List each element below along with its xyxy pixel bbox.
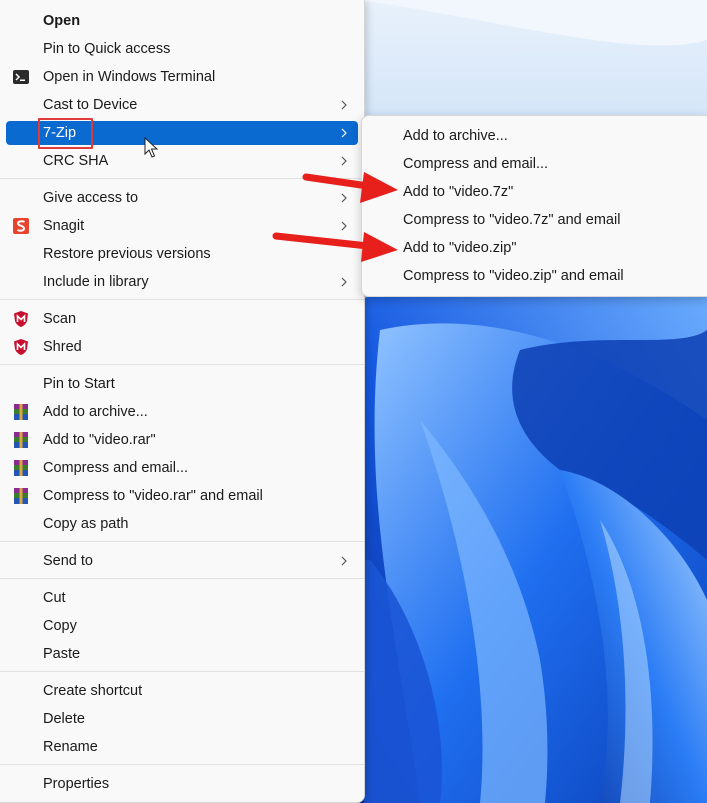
winrar-icon: [14, 460, 28, 476]
submenu-item-label: Add to archive...: [403, 128, 508, 144]
menu-item-delete[interactable]: Delete: [6, 707, 358, 731]
menu-item-winrar-compress-rar-email[interactable]: Compress to "video.rar" and email: [6, 484, 358, 508]
chevron-right-icon: [341, 128, 347, 138]
winrar-icon: [14, 432, 28, 448]
menu-item-include-library[interactable]: Include in library: [6, 270, 358, 294]
menu-item-label: Scan: [43, 311, 77, 327]
menu-item-label: Compress and email...: [43, 460, 189, 476]
menu-separator: [0, 578, 364, 579]
menu-item-label: Give access to: [43, 190, 139, 206]
menu-item-restore-versions[interactable]: Restore previous versions: [6, 242, 358, 266]
submenu-7zip: Add to archive... Compress and email... …: [361, 115, 707, 297]
submenu-item-add-zip[interactable]: Add to "video.zip": [370, 235, 700, 261]
chevron-right-icon: [341, 100, 347, 110]
menu-item-properties[interactable]: Properties: [6, 772, 358, 796]
menu-item-copy-as-path[interactable]: Copy as path: [6, 512, 358, 536]
menu-item-label: Properties: [43, 776, 110, 792]
menu-separator: [0, 178, 364, 179]
submenu-item-compress-zip-email[interactable]: Compress to "video.zip" and email: [370, 263, 700, 289]
chevron-right-icon: [341, 193, 347, 203]
chevron-right-icon: [341, 221, 347, 231]
menu-item-winrar-compress-email[interactable]: Compress and email...: [6, 456, 358, 480]
menu-item-label: Compress to "video.rar" and email: [43, 488, 263, 504]
menu-separator: [0, 764, 364, 765]
menu-item-label: Pin to Start: [43, 376, 115, 392]
menu-item-winrar-add-rar[interactable]: Add to "video.rar": [6, 428, 358, 452]
menu-item-label: Open in Windows Terminal: [43, 69, 216, 85]
menu-separator: [0, 364, 364, 365]
menu-item-open-terminal[interactable]: Open in Windows Terminal: [6, 65, 358, 89]
menu-item-label: Copy: [43, 618, 77, 634]
mcafee-shield-icon: [14, 311, 28, 327]
submenu-item-add-archive[interactable]: Add to archive...: [370, 123, 700, 149]
menu-item-label: Copy as path: [43, 516, 129, 532]
menu-item-label: Open: [43, 13, 81, 29]
submenu-item-label: Add to "video.7z": [403, 184, 514, 200]
menu-item-create-shortcut[interactable]: Create shortcut: [6, 679, 358, 703]
menu-item-cut[interactable]: Cut: [6, 586, 358, 610]
menu-separator: [0, 299, 364, 300]
winrar-icon: [14, 488, 28, 504]
chevron-right-icon: [341, 277, 347, 287]
menu-item-label: CRC SHA: [43, 153, 109, 169]
menu-item-label: Cast to Device: [43, 97, 138, 113]
submenu-item-label: Add to "video.zip": [403, 240, 517, 256]
menu-separator: [0, 671, 364, 672]
menu-item-send-to[interactable]: Send to: [6, 549, 358, 573]
menu-item-label: Create shortcut: [43, 683, 143, 699]
menu-item-label: Add to archive...: [43, 404, 148, 420]
menu-item-label: Rename: [43, 739, 98, 755]
menu-item-cast-to-device[interactable]: Cast to Device: [6, 93, 358, 117]
submenu-item-compress-7z-email[interactable]: Compress to "video.7z" and email: [370, 207, 700, 233]
menu-item-open[interactable]: Open: [6, 9, 358, 33]
context-menu: Open Pin to Quick access Open in Windows…: [0, 0, 365, 803]
menu-item-label: Shred: [43, 339, 82, 355]
menu-item-pin-quick-access[interactable]: Pin to Quick access: [6, 37, 358, 61]
menu-item-label: Restore previous versions: [43, 246, 211, 262]
chevron-right-icon: [341, 556, 347, 566]
menu-separator: [0, 541, 364, 542]
menu-item-scan[interactable]: Scan: [6, 307, 358, 331]
submenu-item-label: Compress to "video.zip" and email: [403, 268, 624, 284]
winrar-icon: [14, 404, 28, 420]
menu-item-give-access[interactable]: Give access to: [6, 186, 358, 210]
snagit-icon: [13, 218, 29, 234]
menu-item-label: Pin to Quick access: [43, 41, 171, 57]
mcafee-shield-icon: [14, 339, 28, 355]
menu-item-crc-sha[interactable]: CRC SHA: [6, 149, 358, 173]
menu-item-label: Cut: [43, 590, 66, 606]
menu-item-copy[interactable]: Copy: [6, 614, 358, 638]
menu-item-snagit[interactable]: Snagit: [6, 214, 358, 238]
annotation-highlight-box: [38, 118, 93, 149]
menu-item-label: Send to: [43, 553, 93, 569]
menu-item-label: Include in library: [43, 274, 149, 290]
terminal-icon: [13, 70, 29, 84]
submenu-item-label: Compress to "video.7z" and email: [403, 212, 621, 228]
menu-item-rename[interactable]: Rename: [6, 735, 358, 759]
submenu-item-label: Compress and email...: [403, 156, 549, 172]
menu-item-winrar-add-archive[interactable]: Add to archive...: [6, 400, 358, 424]
menu-item-label: Delete: [43, 711, 85, 727]
menu-item-label: Snagit: [43, 218, 85, 234]
menu-item-pin-start[interactable]: Pin to Start: [6, 372, 358, 396]
menu-item-label: Paste: [43, 646, 81, 662]
menu-item-label: Add to "video.rar": [43, 432, 156, 448]
menu-item-paste[interactable]: Paste: [6, 642, 358, 666]
menu-item-shred[interactable]: Shred: [6, 335, 358, 359]
chevron-right-icon: [341, 156, 347, 166]
submenu-item-compress-email[interactable]: Compress and email...: [370, 151, 700, 177]
submenu-item-add-7z[interactable]: Add to "video.7z": [370, 179, 700, 205]
